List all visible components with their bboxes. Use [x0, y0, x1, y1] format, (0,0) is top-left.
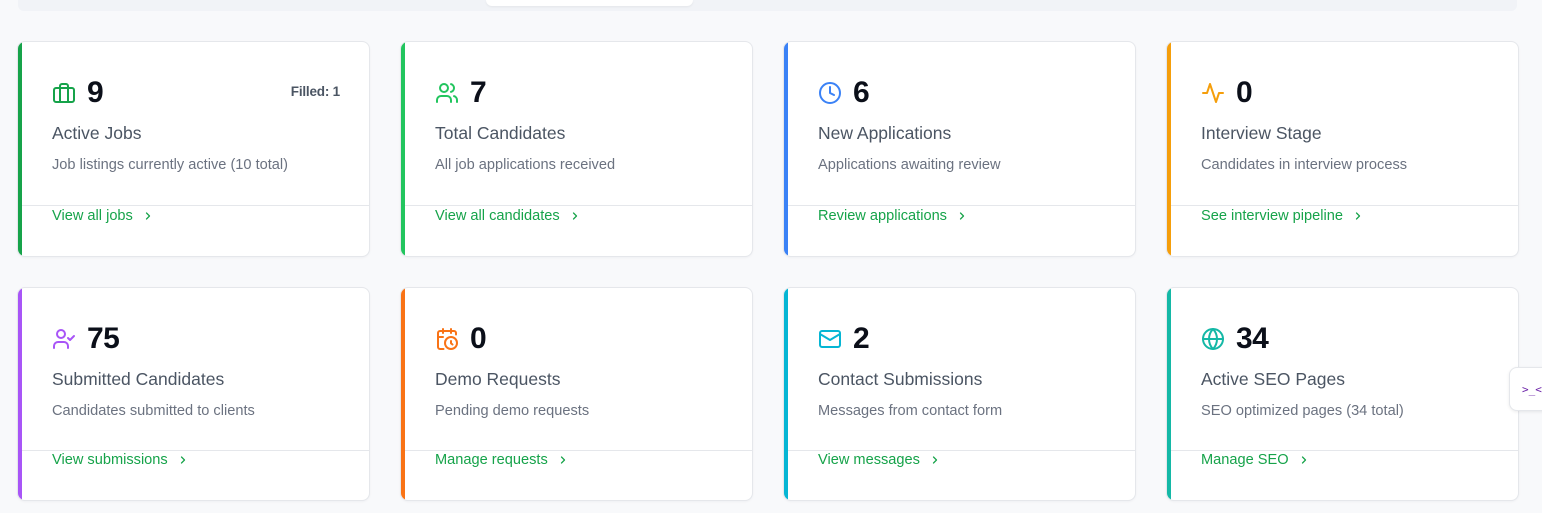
chevron-right-icon [569, 210, 581, 222]
card-contact-submissions: 2 Contact Submissions Messages from cont… [783, 287, 1136, 501]
chevron-right-icon [956, 210, 968, 222]
divider [1171, 450, 1518, 451]
chevron-right-icon [142, 210, 154, 222]
stat-title: Total Candidates [435, 123, 566, 143]
review-applications-link[interactable]: Review applications [818, 208, 968, 224]
stat-title: Active SEO Pages [1201, 369, 1345, 389]
stat-title: Active Jobs [52, 123, 142, 143]
link-label: Manage requests [435, 452, 548, 468]
card-new-applications: 6 New Applications Applications awaiting… [783, 41, 1136, 257]
link-label: Review applications [818, 208, 947, 224]
stat-description: Pending demo requests [435, 403, 590, 419]
see-interview-pipeline-link[interactable]: See interview pipeline [1201, 208, 1364, 224]
divider [1171, 205, 1518, 206]
chevron-right-icon [929, 454, 941, 466]
stat-value: 9 [87, 76, 104, 109]
stat-description: Applications awaiting review [818, 157, 1001, 173]
divider [22, 450, 369, 451]
user-check-icon [52, 327, 76, 351]
calendar-clock-icon [435, 327, 459, 351]
widget-label: >_< [1522, 382, 1542, 396]
stat-description: Candidates submitted to clients [52, 403, 255, 419]
filled-badge: Filled: 1 [290, 84, 340, 99]
divider [405, 205, 752, 206]
stat-description: SEO optimized pages (34 total) [1201, 403, 1404, 419]
divider [22, 205, 369, 206]
users-icon [435, 81, 459, 105]
card-demo-requests: 0 Demo Requests Pending demo requests Ma… [400, 287, 753, 501]
stat-value: 7 [470, 76, 487, 109]
card-active-jobs: 9 Filled: 1 Active Jobs Job listings cur… [17, 41, 370, 257]
floating-widget-tab[interactable]: >_< [1509, 367, 1542, 411]
manage-seo-link[interactable]: Manage SEO [1201, 452, 1310, 468]
chevron-right-icon [177, 454, 189, 466]
stat-value: 34 [1236, 322, 1269, 355]
view-all-candidates-link[interactable]: View all candidates [435, 208, 581, 224]
view-submissions-link[interactable]: View submissions [52, 452, 189, 468]
stat-description: Job listings currently active (10 total) [52, 157, 289, 173]
active-top-tab[interactable] [486, 0, 693, 6]
briefcase-icon [52, 81, 76, 105]
activity-icon [1201, 81, 1225, 105]
link-label: View messages [818, 452, 920, 468]
view-messages-link[interactable]: View messages [818, 452, 941, 468]
card-interview-stage: 0 Interview Stage Candidates in intervie… [1166, 41, 1519, 257]
card-total-candidates: 7 Total Candidates All job applications … [400, 41, 753, 257]
stats-grid: 9 Filled: 1 Active Jobs Job listings cur… [17, 41, 1519, 501]
link-label: View submissions [52, 452, 168, 468]
link-label: Manage SEO [1201, 452, 1289, 468]
divider [405, 450, 752, 451]
link-label: See interview pipeline [1201, 208, 1343, 224]
divider [788, 205, 1135, 206]
stat-value: 75 [87, 322, 120, 355]
stat-description: All job applications received [435, 157, 616, 173]
stat-description: Candidates in interview process [1201, 157, 1408, 173]
stat-title: Contact Submissions [818, 369, 983, 389]
stat-title: Submitted Candidates [52, 369, 225, 389]
stat-title: Interview Stage [1201, 123, 1322, 143]
stat-value: 0 [1236, 76, 1253, 109]
chevron-right-icon [557, 454, 569, 466]
card-submitted-candidates: 75 Submitted Candidates Candidates submi… [17, 287, 370, 501]
globe-icon [1201, 327, 1225, 351]
manage-requests-link[interactable]: Manage requests [435, 452, 569, 468]
stat-description: Messages from contact form [818, 403, 1003, 419]
card-active-seo-pages: 34 Active SEO Pages SEO optimized pages … [1166, 287, 1519, 501]
top-tab-bar [18, 0, 1517, 11]
link-label: View all candidates [435, 208, 560, 224]
stat-value: 2 [853, 322, 870, 355]
stat-title: Demo Requests [435, 369, 561, 389]
stat-value: 6 [853, 76, 870, 109]
link-label: View all jobs [52, 208, 133, 224]
divider [788, 450, 1135, 451]
stat-title: New Applications [818, 123, 952, 143]
view-all-jobs-link[interactable]: View all jobs [52, 208, 154, 224]
chevron-right-icon [1298, 454, 1310, 466]
mail-icon [818, 327, 842, 351]
clock-icon [818, 81, 842, 105]
chevron-right-icon [1352, 210, 1364, 222]
stat-value: 0 [470, 322, 487, 355]
